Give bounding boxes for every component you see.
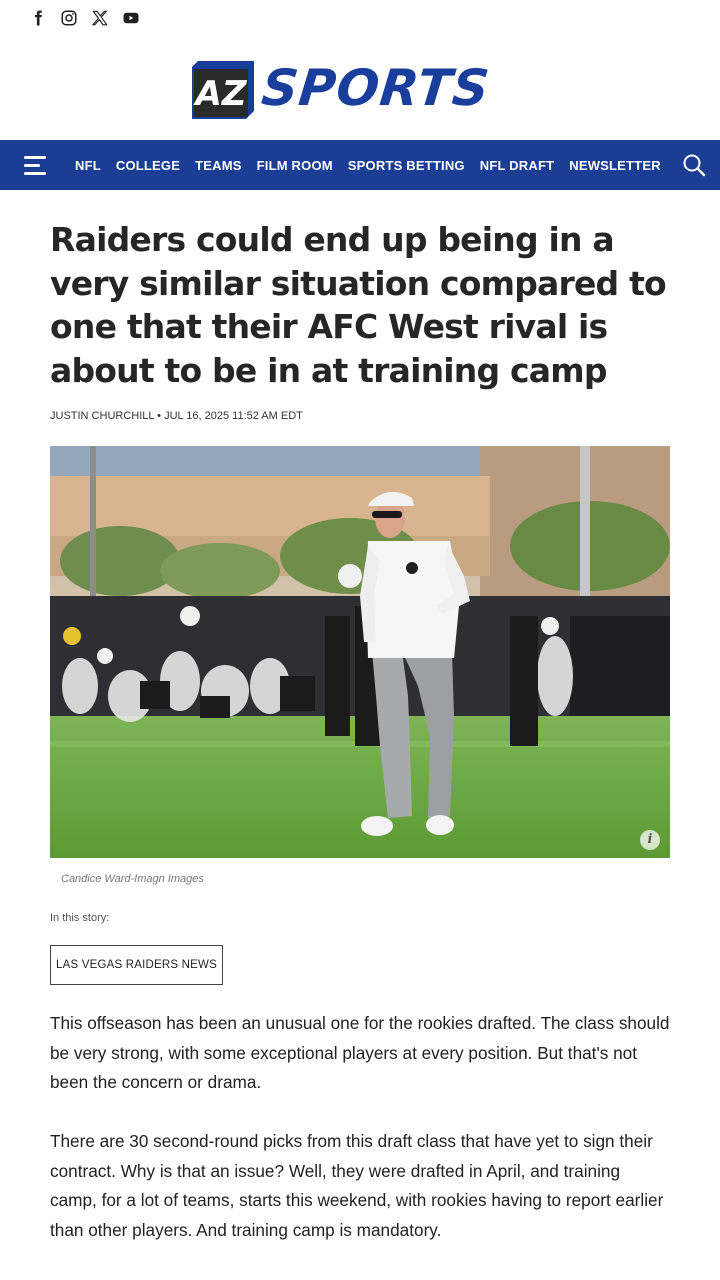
main-nav: NFL COLLEGE TEAMS FILM ROOM SPORTS BETTI… [0,140,720,190]
article-headline: Raiders could end up being in a very sim… [50,220,667,390]
nav-item-nfl-draft[interactable]: NFL DRAFT [480,158,555,173]
menu-icon[interactable] [24,154,50,176]
nav-item-nfl[interactable]: NFL [75,158,101,173]
nav-item-film-room[interactable]: FILM ROOM [257,158,333,173]
nav-item-newsletter[interactable]: NEWSLETTER [569,158,661,173]
info-icon[interactable]: i [640,830,660,850]
facebook-icon[interactable] [29,9,47,27]
nav-item-college[interactable]: COLLEGE [116,158,180,173]
logo-wordmark: SPORTS [258,59,493,117]
youtube-icon[interactable] [122,9,140,27]
article-paragraph: There are 30 second-round picks from thi… [50,1131,664,1240]
social-bar [0,0,720,36]
nav-item-sports-betting[interactable]: SPORTS BETTING [348,158,465,173]
x-icon[interactable] [91,9,109,27]
site-logo[interactable]: AZ SPORTS [0,58,720,122]
article-hero-image: i [50,446,670,858]
logo-badge-text: AZ [193,74,248,114]
story-label: In this story: [50,912,110,924]
instagram-icon[interactable] [60,9,78,27]
story-tag-button[interactable]: LAS VEGAS RAIDERS NEWS [50,945,223,985]
photo-caption: Candice Ward-Imagn Images [61,873,204,885]
az-badge-logo: AZ [192,61,254,119]
nav-links: NFL COLLEGE TEAMS FILM ROOM SPORTS BETTI… [75,140,676,190]
article-byline: JUSTIN CHURCHILL • JUL 16, 2025 11:52 AM… [50,410,303,422]
search-icon[interactable] [682,153,706,177]
nav-item-teams[interactable]: TEAMS [195,158,242,173]
article-paragraph: This offseason has been an unusual one f… [50,1013,670,1093]
